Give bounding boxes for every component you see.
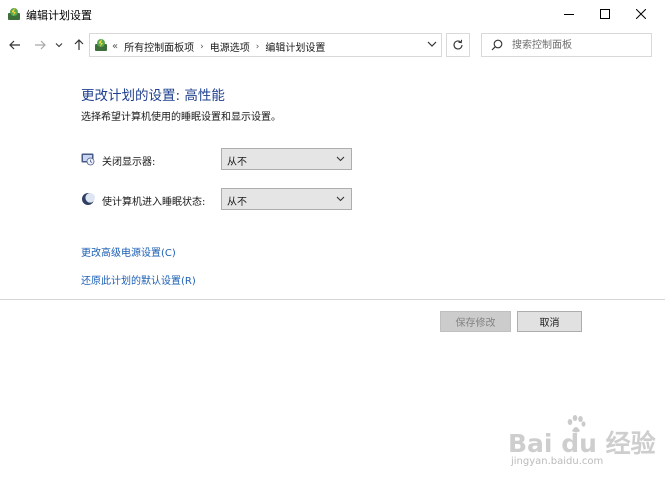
recent-locations-button[interactable]	[53, 35, 65, 55]
monitor-icon	[81, 153, 95, 166]
maximize-icon	[600, 9, 610, 19]
window-title: 编辑计划设置	[26, 9, 92, 22]
page-description: 选择希望计算机使用的睡眠设置和显示设置。	[81, 112, 281, 123]
sleep-moon-icon	[82, 193, 95, 205]
power-options-icon	[8, 8, 20, 20]
breadcrumb-power-options[interactable]: 电源选项	[210, 39, 250, 54]
minimize-icon	[564, 14, 574, 15]
arrow-up-icon	[74, 39, 84, 50]
arrow-left-icon	[9, 40, 20, 50]
sleep-label: 使计算机进入睡眠状态:	[102, 197, 206, 208]
cancel-button[interactable]: 取消	[517, 311, 582, 332]
breadcrumb-separator[interactable]: ›	[256, 42, 260, 52]
turn-off-display-value: 从不	[227, 157, 247, 168]
address-bar[interactable]: « 所有控制面板项 › 电源选项 › 编辑计划设置	[89, 33, 442, 57]
close-button[interactable]	[622, 0, 660, 28]
search-box[interactable]	[481, 33, 652, 57]
sleep-value: 从不	[227, 197, 247, 208]
search-icon	[491, 39, 503, 51]
minimize-button[interactable]	[550, 0, 588, 28]
baidu-watermark: Bai du 经验 jingyan.baidu.com	[503, 412, 656, 470]
turn-off-display-select[interactable]: 从不	[221, 148, 352, 170]
chevron-down-icon	[336, 156, 345, 162]
back-button[interactable]	[6, 35, 24, 55]
title-bar: 编辑计划设置	[0, 0, 665, 28]
sleep-select[interactable]: 从不	[221, 188, 352, 210]
restore-defaults-link[interactable]: 还原此计划的默认设置(R)	[81, 272, 196, 287]
breadcrumb-control-panel-items[interactable]: 所有控制面板项	[124, 39, 194, 54]
save-changes-button[interactable]: 保存修改	[440, 311, 511, 332]
forward-button[interactable]	[31, 35, 49, 55]
chevron-down-icon[interactable]	[427, 40, 437, 48]
turn-off-display-label: 关闭显示器:	[102, 157, 156, 168]
watermark-url: jingyan.baidu.com	[511, 456, 604, 467]
breadcrumb: « 所有控制面板项 › 电源选项 › 编辑计划设置	[112, 39, 325, 54]
breadcrumb-edit-plan-settings[interactable]: 编辑计划设置	[265, 39, 325, 54]
chevron-down-icon	[336, 196, 345, 202]
arrow-right-icon	[35, 40, 46, 50]
page-title: 更改计划的设置: 高性能	[81, 88, 225, 104]
refresh-button[interactable]	[446, 33, 470, 57]
refresh-icon	[453, 39, 463, 50]
breadcrumb-overflow[interactable]: «	[112, 41, 118, 52]
advanced-power-settings-link[interactable]: 更改高级电源设置(C)	[81, 244, 176, 259]
power-options-icon	[95, 39, 107, 51]
up-button[interactable]	[70, 35, 88, 55]
chevron-down-icon	[55, 43, 63, 48]
maximize-button[interactable]	[586, 0, 624, 28]
close-icon	[636, 9, 646, 19]
divider	[0, 299, 665, 300]
watermark-text: Bai du 经验	[508, 429, 656, 458]
search-input[interactable]	[512, 37, 644, 53]
breadcrumb-separator[interactable]: ›	[200, 42, 204, 52]
